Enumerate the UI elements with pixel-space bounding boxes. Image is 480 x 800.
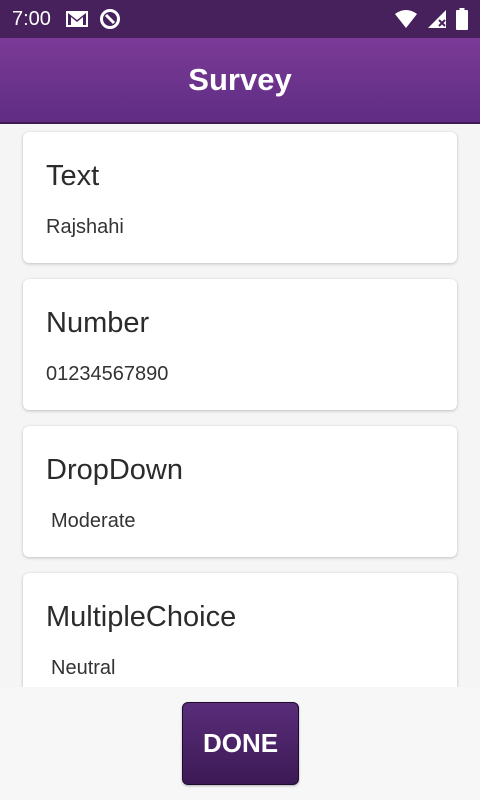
- page-title: Survey: [188, 62, 292, 97]
- question-card-text[interactable]: Text Rajshahi: [23, 132, 457, 263]
- question-title: DropDown: [46, 454, 183, 486]
- battery-icon: [456, 8, 468, 30]
- multiple-choice-select[interactable]: Neutral: [51, 657, 115, 680]
- status-time: 7:00: [12, 7, 51, 30]
- sync-icon: [99, 8, 121, 30]
- gmail-icon: [65, 9, 89, 29]
- signal-icon: [426, 9, 448, 29]
- status-bar: 7:00: [0, 0, 480, 38]
- question-card-number[interactable]: Number 01234567890: [23, 279, 457, 410]
- wifi-icon: [394, 9, 418, 29]
- number-answer-field[interactable]: 01234567890: [46, 363, 168, 386]
- question-title: Text: [46, 160, 100, 192]
- question-card-multiple-choice[interactable]: MultipleChoice Neutral: [23, 573, 457, 687]
- dropdown-select[interactable]: Moderate: [51, 510, 136, 533]
- text-answer-field[interactable]: Rajshahi: [46, 216, 124, 239]
- question-title: MultipleChoice: [46, 601, 237, 633]
- done-button[interactable]: DONE: [182, 702, 299, 785]
- question-title: Number: [46, 307, 150, 339]
- app-bar: Survey: [0, 38, 480, 124]
- question-card-dropdown[interactable]: DropDown Moderate: [23, 426, 457, 557]
- footer: DONE: [0, 687, 480, 800]
- survey-list[interactable]: Text Rajshahi Number 01234567890 DropDow…: [0, 124, 480, 687]
